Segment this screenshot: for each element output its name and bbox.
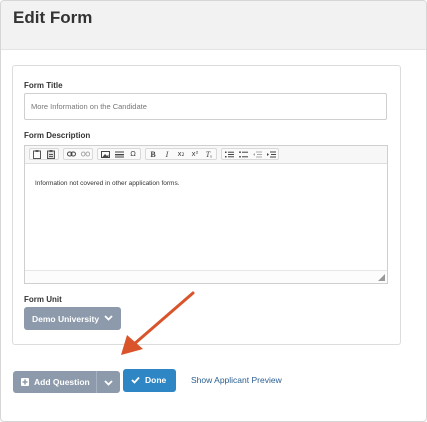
remove-format-icon[interactable]: Tₓ [202, 149, 216, 159]
numbered-list-icon[interactable] [222, 149, 236, 159]
link-icon[interactable] [64, 149, 78, 159]
outdent-icon[interactable] [250, 149, 264, 159]
add-question-button[interactable]: Add Question [13, 371, 120, 393]
form-unit-dropdown[interactable]: Demo University [24, 307, 121, 330]
done-label: Done [145, 375, 167, 385]
edit-form-window: Edit Form Form Title More Information on… [0, 0, 427, 422]
toolbar-group-lists [221, 148, 279, 160]
done-button[interactable]: Done [123, 369, 176, 392]
annotation-arrow-icon [121, 291, 195, 355]
image-icon[interactable] [98, 149, 112, 159]
editor-status-bar [25, 270, 387, 283]
resize-handle-icon[interactable] [378, 274, 385, 281]
italic-icon[interactable]: I [160, 149, 174, 159]
toolbar-group-insert: Ω [97, 148, 141, 160]
description-text: Information not covered in other applica… [35, 180, 180, 187]
superscript-icon[interactable]: x² [188, 149, 202, 159]
add-question-dropdown-toggle[interactable] [97, 371, 120, 393]
add-question-label: Add Question [34, 377, 90, 387]
page-title: Edit Form [13, 8, 93, 27]
form-card: Form Title More Information on the Candi… [12, 65, 401, 345]
show-applicant-preview-link[interactable]: Show Applicant Preview [191, 375, 282, 385]
toolbar-group-format: B I x₂ x² Tₓ [145, 148, 217, 160]
subscript-icon[interactable]: x₂ [174, 149, 188, 159]
unlink-icon[interactable] [78, 149, 92, 159]
form-description-label: Form Description [24, 131, 91, 140]
special-char-icon[interactable]: Ω [126, 149, 140, 159]
horizontal-rule-icon[interactable] [112, 149, 126, 159]
plus-icon [21, 378, 29, 386]
check-icon [131, 376, 140, 384]
bullet-list-icon[interactable] [236, 149, 250, 159]
toolbar-group-links [63, 148, 93, 160]
form-title-input[interactable]: More Information on the Candidate [24, 93, 387, 120]
bold-icon[interactable]: B [146, 149, 160, 159]
indent-icon[interactable] [264, 149, 278, 159]
form-unit-label: Form Unit [24, 295, 62, 304]
paste-text-icon[interactable] [44, 149, 58, 159]
toolbar-group-clipboard [29, 148, 59, 160]
chevron-down-icon [104, 379, 113, 386]
paste-icon[interactable] [30, 149, 44, 159]
form-title-label: Form Title [24, 81, 63, 90]
description-editor[interactable]: Ω B I x₂ x² Tₓ Information not covered i… [24, 145, 388, 284]
editor-toolbar: Ω B I x₂ x² Tₓ [25, 146, 387, 164]
form-unit-value: Demo University [32, 313, 100, 324]
header-bar: Edit Form [1, 1, 426, 50]
